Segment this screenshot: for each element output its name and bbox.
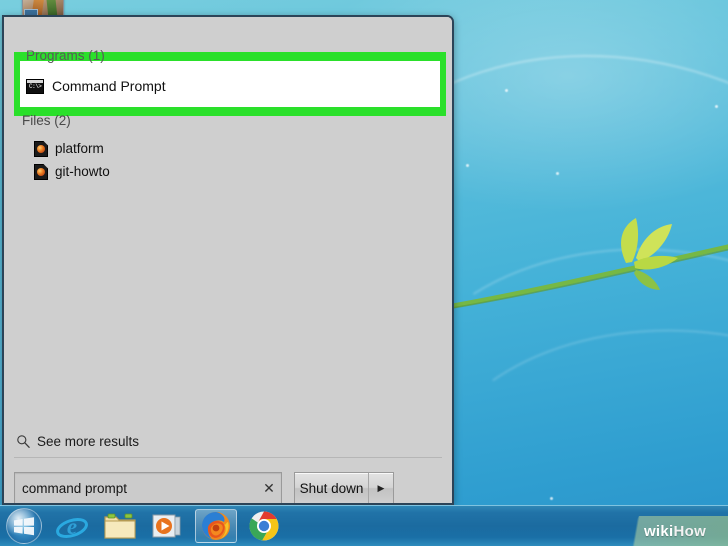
- file-icon: [34, 140, 48, 157]
- wallpaper-speck: [505, 89, 508, 92]
- media-player-icon: [152, 514, 181, 538]
- see-more-results-link[interactable]: See more results: [16, 434, 139, 449]
- taskbar-item-internet-explorer[interactable]: e: [48, 507, 96, 545]
- search-input-value: command prompt: [22, 480, 128, 496]
- screen: Programs (1) C:\> Command Prompt Files (…: [0, 0, 728, 546]
- result-item-label: Command Prompt: [52, 78, 166, 94]
- command-prompt-glyph: C:\>: [29, 82, 42, 90]
- divider: [14, 457, 442, 458]
- folder-icon: [104, 513, 136, 539]
- shutdown-button[interactable]: Shut down ▶: [294, 472, 394, 503]
- command-prompt-icon: C:\>: [26, 78, 44, 94]
- list-item-label: platform: [55, 141, 104, 156]
- wallpaper-speck: [715, 105, 718, 108]
- start-menu-results-pane: Programs (1) C:\> Command Prompt Files (…: [4, 17, 452, 503]
- list-item[interactable]: platform: [34, 137, 334, 160]
- see-more-results-label: See more results: [37, 434, 140, 449]
- taskbar: e: [0, 505, 728, 546]
- files-result-list: platform git-howto: [34, 137, 334, 183]
- list-item[interactable]: git-howto: [34, 160, 334, 183]
- internet-explorer-icon: e: [56, 514, 88, 539]
- result-item-command-prompt[interactable]: C:\> Command Prompt: [26, 78, 166, 94]
- files-section-header: Files (2): [22, 113, 71, 128]
- clear-x-icon[interactable]: ✕: [257, 481, 281, 495]
- results-top-strip: [4, 17, 452, 34]
- wallpaper-speck: [466, 164, 469, 167]
- list-item-label: git-howto: [55, 164, 110, 179]
- taskbar-item-start-orb[interactable]: [0, 507, 48, 545]
- wallpaper-speck: [550, 497, 553, 500]
- search-input[interactable]: command prompt ✕: [14, 472, 282, 503]
- taskbar-item-windows-media-player[interactable]: [144, 507, 192, 545]
- taskbar-item-mozilla-firefox[interactable]: [192, 507, 240, 545]
- file-icon: [34, 163, 48, 180]
- windows-start-orb-icon: [6, 508, 42, 544]
- svg-text:e: e: [67, 514, 77, 539]
- taskbar-item-google-chrome[interactable]: [240, 507, 288, 545]
- shutdown-button-label: Shut down: [299, 480, 364, 496]
- wallpaper-speck: [556, 172, 559, 175]
- firefox-icon: [202, 512, 230, 540]
- magnifier-icon: [17, 435, 30, 448]
- programs-section-header: Programs (1): [26, 48, 105, 63]
- start-menu-panel: Programs (1) C:\> Command Prompt Files (…: [2, 15, 454, 505]
- taskbar-item-windows-explorer[interactable]: [96, 507, 144, 545]
- chrome-icon: [249, 511, 279, 541]
- chevron-right-icon[interactable]: ▶: [368, 473, 393, 503]
